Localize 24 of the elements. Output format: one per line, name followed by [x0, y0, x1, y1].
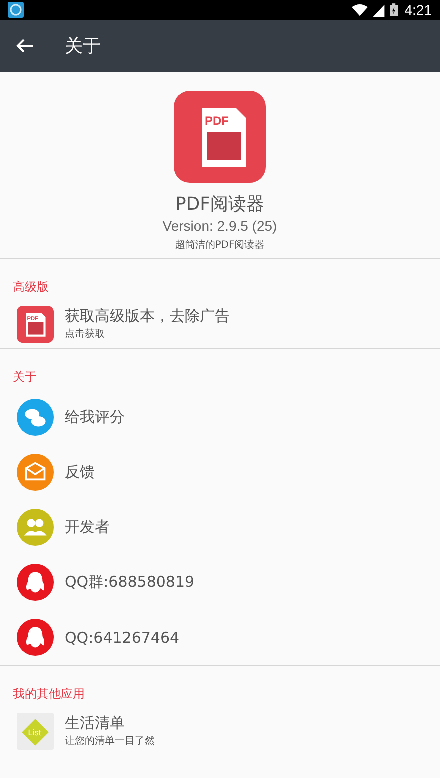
list-item-title[interactable]: 反馈 [65, 463, 95, 482]
app-slogan: 超简洁的PDF阅读器 [175, 238, 265, 252]
list-item-subtitle: 点击获取 [65, 328, 106, 341]
list-item-title[interactable]: QQ:641267464 [65, 628, 180, 646]
list-item-subtitle: 让您的清单一目了然 [65, 734, 155, 748]
app-notification-icon [8, 2, 24, 18]
list-item-title[interactable]: QQ群:688580819 [65, 573, 195, 592]
list-item-title[interactable]: 生活清单 [65, 714, 155, 733]
list-item-title[interactable]: 给我评分 [65, 408, 125, 427]
page-title: 关于 [65, 35, 101, 58]
battery-icon [390, 3, 398, 17]
signal-icon [370, 4, 387, 16]
app-name: PDF阅读器 [175, 193, 265, 216]
pdf-app-icon: PDF [174, 91, 266, 183]
list-item-title[interactable]: 获取高级版本，去除广告 [65, 307, 230, 326]
clock-time: 4:21 [404, 2, 432, 18]
section-header: 高级版 [12, 279, 50, 296]
wifi-icon [352, 4, 368, 16]
list-app-icon: List [17, 712, 54, 750]
section-header: 我的其他应用 [12, 686, 86, 703]
section-header: 关于 [12, 369, 38, 386]
version-text: Version: 2.9.5 (25) [162, 218, 278, 234]
back-arrow-icon[interactable] [16, 38, 34, 54]
list-item-title[interactable]: 开发者 [65, 518, 110, 537]
